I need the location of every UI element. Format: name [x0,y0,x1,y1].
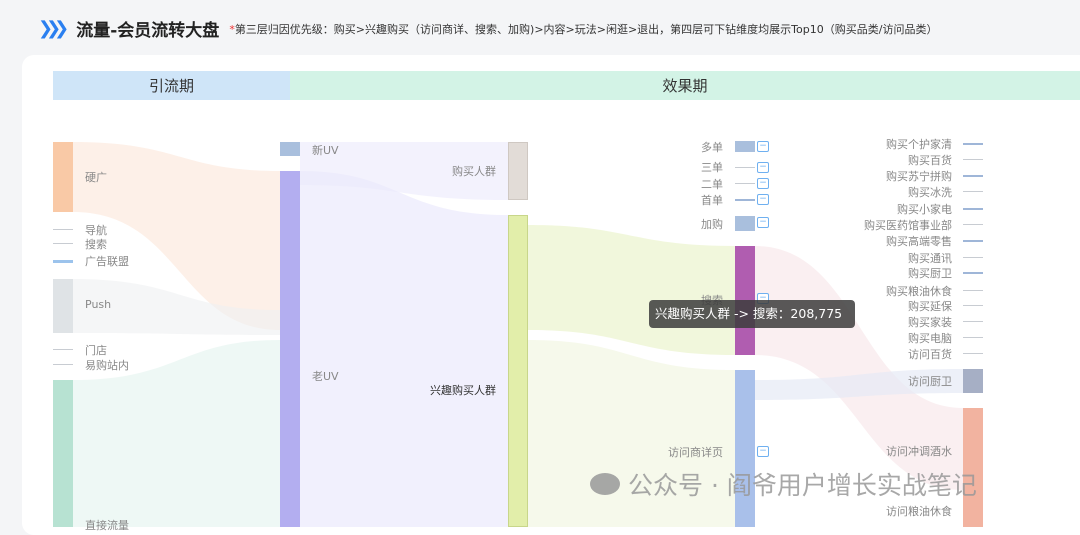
node-visit-kitchen[interactable] [963,369,983,393]
label-col5: 购买医药馆事业部 [864,219,952,232]
node-col5[interactable] [963,272,983,274]
node-add-cart[interactable] [735,216,755,231]
node-nav[interactable] [53,229,73,230]
node-push[interactable] [53,279,73,333]
node-col5[interactable] [963,159,983,160]
label-col5: 购买厨卫 [908,267,952,280]
node-col5[interactable] [963,208,983,210]
label-onsite: 易购站内 [85,359,129,372]
collapse-button[interactable]: − [757,141,769,152]
node-col5[interactable] [963,143,983,145]
collapse-button[interactable]: − [757,217,769,228]
wechat-icon [590,473,620,495]
node-detail-page[interactable] [735,370,755,527]
collapse-button[interactable]: − [757,162,769,173]
label-col5: 购买通讯 [908,252,952,265]
label-store: 门店 [85,344,107,357]
label-third-order: 三单 [701,161,723,174]
node-col5[interactable] [963,290,983,291]
label-col5: 购买粮油休食 [886,285,952,298]
tooltip: 兴趣购买人群 -> 搜索：208,775 [649,300,855,328]
label-col5: 购买高端零售 [886,235,952,248]
node-col5[interactable] [963,175,983,177]
watermark-text: 公众号 · 阎爷用户增长实战笔记 [628,471,977,500]
flow-interest-search [528,225,735,355]
collapse-button[interactable]: − [757,194,769,205]
label-col5: 购买苏宁拼购 [886,170,952,183]
node-onsite[interactable] [53,364,73,365]
node-col5[interactable] [963,305,983,306]
label-add-cart: 加购 [701,218,723,231]
label-push: Push [85,298,112,311]
label-direct: 直接流量 [85,519,129,532]
label-col5: 访问粮油休食 [886,505,952,518]
label-col5: 购买电脑 [908,332,952,345]
node-col5[interactable] [963,337,983,338]
node-new-uv[interactable] [280,142,300,156]
label-col5: 购买百货 [908,154,952,167]
label-interest-buyers: 兴趣购买人群 [430,384,496,397]
node-old-uv[interactable] [280,171,300,527]
node-col5[interactable] [963,353,983,354]
node-col5[interactable] [963,321,983,322]
label-new-uv: 新UV [312,144,339,157]
label-col5: 访问冲调酒水 [886,445,952,458]
node-third-order[interactable] [735,167,755,168]
label-col5: 购买小家电 [897,203,952,216]
label-col5: 访问厨卫 [908,375,952,388]
watermark: 公众号 · 阎爷用户增长实战笔记 [590,466,977,502]
label-hard-ad: 硬广 [85,171,107,184]
label-ad-alliance: 广告联盟 [85,255,129,268]
label-first-order: 首单 [701,194,723,207]
label-col5: 访问百货 [908,348,952,361]
node-interest-buyers[interactable] [508,215,528,527]
node-col5[interactable] [963,191,983,192]
label-detail-page: 访问商详页 [668,446,723,459]
label-multi-order: 多单 [701,141,723,154]
node-second-order[interactable] [735,183,755,184]
collapse-button[interactable]: − [757,446,769,457]
node-store[interactable] [53,349,73,350]
node-direct[interactable] [53,380,73,527]
node-first-order[interactable] [735,199,755,201]
node-search-src[interactable] [53,243,73,244]
node-ad-alliance[interactable] [53,260,73,263]
collapse-button[interactable]: − [757,178,769,189]
label-second-order: 二单 [701,178,723,191]
node-col5[interactable] [963,240,983,242]
node-col5[interactable] [963,257,983,258]
node-hard-ad[interactable] [53,142,73,212]
label-col5: 购买冰洗 [908,186,952,199]
label-search-src: 搜索 [85,238,107,251]
label-old-uv: 老UV [312,370,339,383]
label-col5: 购买个护家清 [886,138,952,151]
node-buyers[interactable] [508,142,528,200]
label-buyers: 购买人群 [452,165,496,178]
node-multi-order[interactable] [735,141,755,152]
node-col5[interactable] [963,224,983,225]
flow-old-interest [300,171,508,527]
